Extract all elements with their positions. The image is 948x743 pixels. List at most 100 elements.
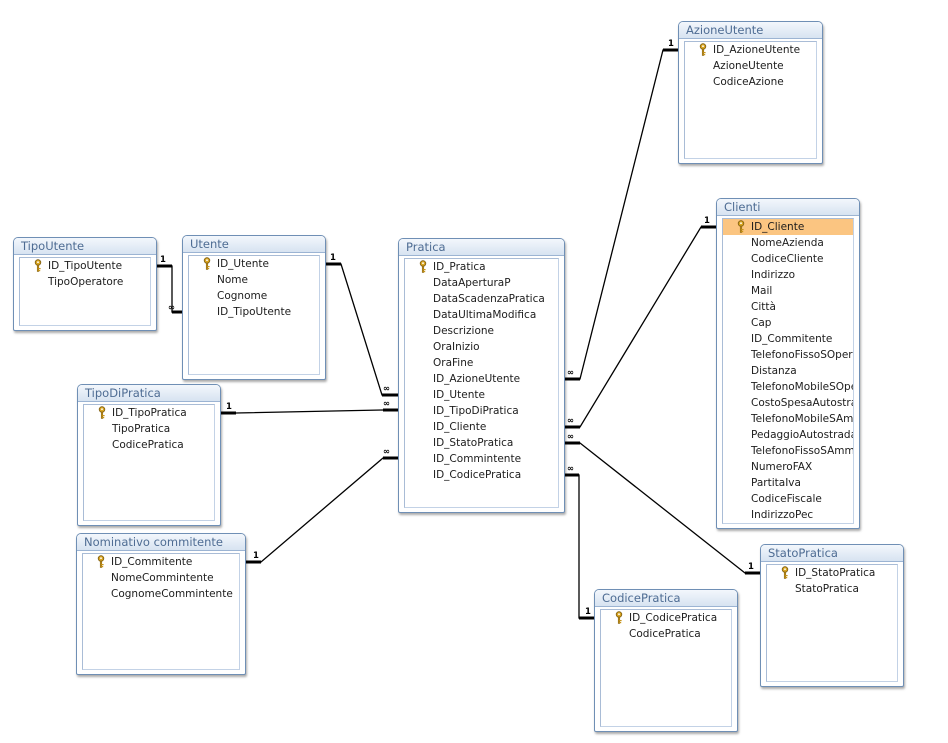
field-row[interactable]: TelefonoMobileSAmi bbox=[723, 411, 853, 427]
field-row[interactable]: NomeCommintente bbox=[83, 570, 239, 586]
field-name: Descrizione bbox=[433, 325, 494, 337]
field-name: TelefonoMobileSOpe bbox=[751, 381, 853, 393]
table-title[interactable]: Nominativo commitente bbox=[77, 534, 245, 551]
field-row[interactable]: Indirizzo bbox=[723, 267, 853, 283]
field-row[interactable]: TelefonoFissoSAmmi bbox=[723, 443, 853, 459]
field-row[interactable]: CodiceAzione bbox=[685, 74, 816, 90]
field-list[interactable]: ID_AzioneUtente AzioneUtente CodiceAzione bbox=[684, 41, 817, 159]
cardinality-one-label: 1 bbox=[748, 562, 754, 572]
field-row[interactable]: ID_Commintente bbox=[405, 451, 558, 467]
field-list[interactable]: ID_TipoPratica TipoPratica CodicePratica bbox=[83, 404, 215, 521]
field-row[interactable]: DataScadenzaPratica bbox=[405, 291, 558, 307]
field-name: DataAperturaP bbox=[433, 277, 511, 289]
field-row[interactable]: ID_TipoUtente bbox=[189, 304, 319, 320]
field-row[interactable]: CognomeCommintente bbox=[83, 586, 239, 602]
field-row[interactable]: ID_CodicePratica bbox=[601, 610, 731, 626]
field-row[interactable]: Distanza bbox=[723, 363, 853, 379]
relationship-line[interactable] bbox=[326, 263, 398, 396]
field-name: Mail bbox=[751, 285, 773, 297]
field-row[interactable]: ID_Pratica bbox=[405, 259, 558, 275]
field-row[interactable]: TelefonoFissoSOpera bbox=[723, 347, 853, 363]
field-list[interactable]: ID_TipoUtente TipoOperatore bbox=[19, 257, 151, 326]
field-row[interactable]: ID_AzioneUtente bbox=[405, 371, 558, 387]
field-row[interactable]: CodicePratica bbox=[601, 626, 731, 642]
cardinality-one-label: 1 bbox=[160, 255, 166, 265]
field-row[interactable]: ID_TipoDiPratica bbox=[405, 403, 558, 419]
field-name: ID_StatoPratica bbox=[795, 567, 876, 579]
field-name: ID_CodicePratica bbox=[433, 469, 522, 481]
field-row[interactable]: IndirizzoPec bbox=[723, 507, 853, 523]
field-row[interactable]: Nome bbox=[189, 272, 319, 288]
field-row[interactable]: Città bbox=[723, 299, 853, 315]
field-row[interactable]: PedaggioAutostrada bbox=[723, 427, 853, 443]
field-list[interactable]: ID_CodicePratica CodicePratica bbox=[600, 609, 732, 727]
field-row[interactable]: ID_AzioneUtente bbox=[685, 42, 816, 58]
table-title[interactable]: Utente bbox=[183, 236, 325, 253]
table-title[interactable]: Pratica bbox=[399, 239, 564, 256]
field-row[interactable]: ID_TipoPratica bbox=[84, 405, 214, 421]
relationship-line[interactable] bbox=[246, 457, 398, 563]
field-row[interactable]: CodiceFiscale bbox=[723, 491, 853, 507]
field-name: ID_Utente bbox=[217, 258, 269, 270]
field-row[interactable]: ID_Utente bbox=[405, 387, 558, 403]
table-utente[interactable]: Utente ID_Utente Nome Cognome ID_TipoUtente bbox=[182, 235, 326, 380]
table-nominativocommitente[interactable]: Nominativo commitente ID_Commitente NomeCo… bbox=[76, 533, 246, 675]
field-row[interactable]: ID_StatoPratica bbox=[405, 435, 558, 451]
table-tipodipratica[interactable]: TipoDiPratica ID_TipoPratica TipoPratica Co… bbox=[77, 384, 221, 526]
field-list[interactable]: ID_Commitente NomeCommintente CognomeCommi… bbox=[82, 553, 240, 670]
field-row[interactable]: ID_StatoPratica bbox=[767, 565, 897, 581]
field-name: ID_StatoPratica bbox=[433, 437, 514, 449]
field-row[interactable]: NumeroFAX bbox=[723, 459, 853, 475]
field-row[interactable]: OraInizio bbox=[405, 339, 558, 355]
field-row[interactable]: DataAperturaP bbox=[405, 275, 558, 291]
field-row[interactable]: OraFine bbox=[405, 355, 558, 371]
relationship-line[interactable] bbox=[565, 49, 678, 380]
relationship-line[interactable] bbox=[221, 409, 398, 414]
table-title[interactable]: TipoUtente bbox=[14, 238, 156, 255]
field-list[interactable]: ID_Utente Nome Cognome ID_TipoUtente bbox=[188, 255, 320, 375]
field-row[interactable]: CodiceCliente bbox=[723, 251, 853, 267]
table-clienti[interactable]: Clienti ID_Cliente NomeAzienda CodiceClient… bbox=[716, 198, 860, 529]
field-row[interactable]: Descrizione bbox=[405, 323, 558, 339]
field-row[interactable]: DataUltimaModifica bbox=[405, 307, 558, 323]
relationship-line[interactable] bbox=[565, 226, 716, 428]
field-row[interactable]: ID_Cliente bbox=[723, 219, 853, 235]
relationship-line[interactable] bbox=[565, 474, 594, 619]
field-row[interactable]: ID_TipoUtente bbox=[20, 258, 150, 274]
table-title[interactable]: StatoPratica bbox=[761, 545, 903, 562]
field-row[interactable]: TipoPratica bbox=[84, 421, 214, 437]
field-row[interactable]: Cognome bbox=[189, 288, 319, 304]
field-row[interactable]: ID_Cliente bbox=[405, 419, 558, 435]
field-row[interactable]: ID_CodicePratica bbox=[405, 467, 558, 483]
field-row[interactable]: CostoSpesaAutostra bbox=[723, 395, 853, 411]
table-title[interactable]: AzioneUtente bbox=[679, 22, 822, 39]
field-list[interactable]: ID_StatoPratica StatoPratica bbox=[766, 564, 898, 682]
table-azioneutente[interactable]: AzioneUtente ID_AzioneUtente AzioneUtente C… bbox=[678, 21, 823, 164]
cardinality-many-label: ∞ bbox=[383, 384, 390, 394]
field-row[interactable]: TelefonoMobileSOpe bbox=[723, 379, 853, 395]
field-row[interactable]: ID_Utente bbox=[189, 256, 319, 272]
table-title[interactable]: CodicePratica bbox=[595, 590, 737, 607]
field-name: PartitaIva bbox=[751, 477, 801, 489]
field-row[interactable]: TipoOperatore bbox=[20, 274, 150, 290]
table-tipoutente[interactable]: TipoUtente ID_TipoUtente TipoOperatore bbox=[13, 237, 157, 331]
table-pratica[interactable]: Pratica ID_Pratica DataAperturaP DataScaden… bbox=[398, 238, 565, 513]
table-statopratica[interactable]: StatoPratica ID_StatoPratica StatoPratica bbox=[760, 544, 904, 687]
field-row[interactable]: Mail bbox=[723, 283, 853, 299]
field-row[interactable]: ID_Commitente bbox=[723, 331, 853, 347]
field-row[interactable]: AzioneUtente bbox=[685, 58, 816, 74]
relationship-line[interactable] bbox=[157, 265, 182, 313]
field-row[interactable]: Cap bbox=[723, 315, 853, 331]
field-row[interactable]: ID_Commitente bbox=[83, 554, 239, 570]
field-name: StatoPratica bbox=[795, 583, 859, 595]
table-title[interactable]: Clienti bbox=[717, 199, 859, 216]
field-list[interactable]: ID_Cliente NomeAzienda CodiceCliente Indiri… bbox=[722, 218, 854, 524]
cardinality-one-label: 1 bbox=[253, 551, 259, 561]
field-row[interactable]: NomeAzienda bbox=[723, 235, 853, 251]
table-codicepratica[interactable]: CodicePratica ID_CodicePratica CodicePrati… bbox=[594, 589, 738, 732]
field-row[interactable]: StatoPratica bbox=[767, 581, 897, 597]
table-title[interactable]: TipoDiPratica bbox=[78, 385, 220, 402]
field-row[interactable]: CodicePratica bbox=[84, 437, 214, 453]
field-row[interactable]: PartitaIva bbox=[723, 475, 853, 491]
field-list[interactable]: ID_Pratica DataAperturaP DataScadenzaPrati… bbox=[404, 258, 559, 508]
